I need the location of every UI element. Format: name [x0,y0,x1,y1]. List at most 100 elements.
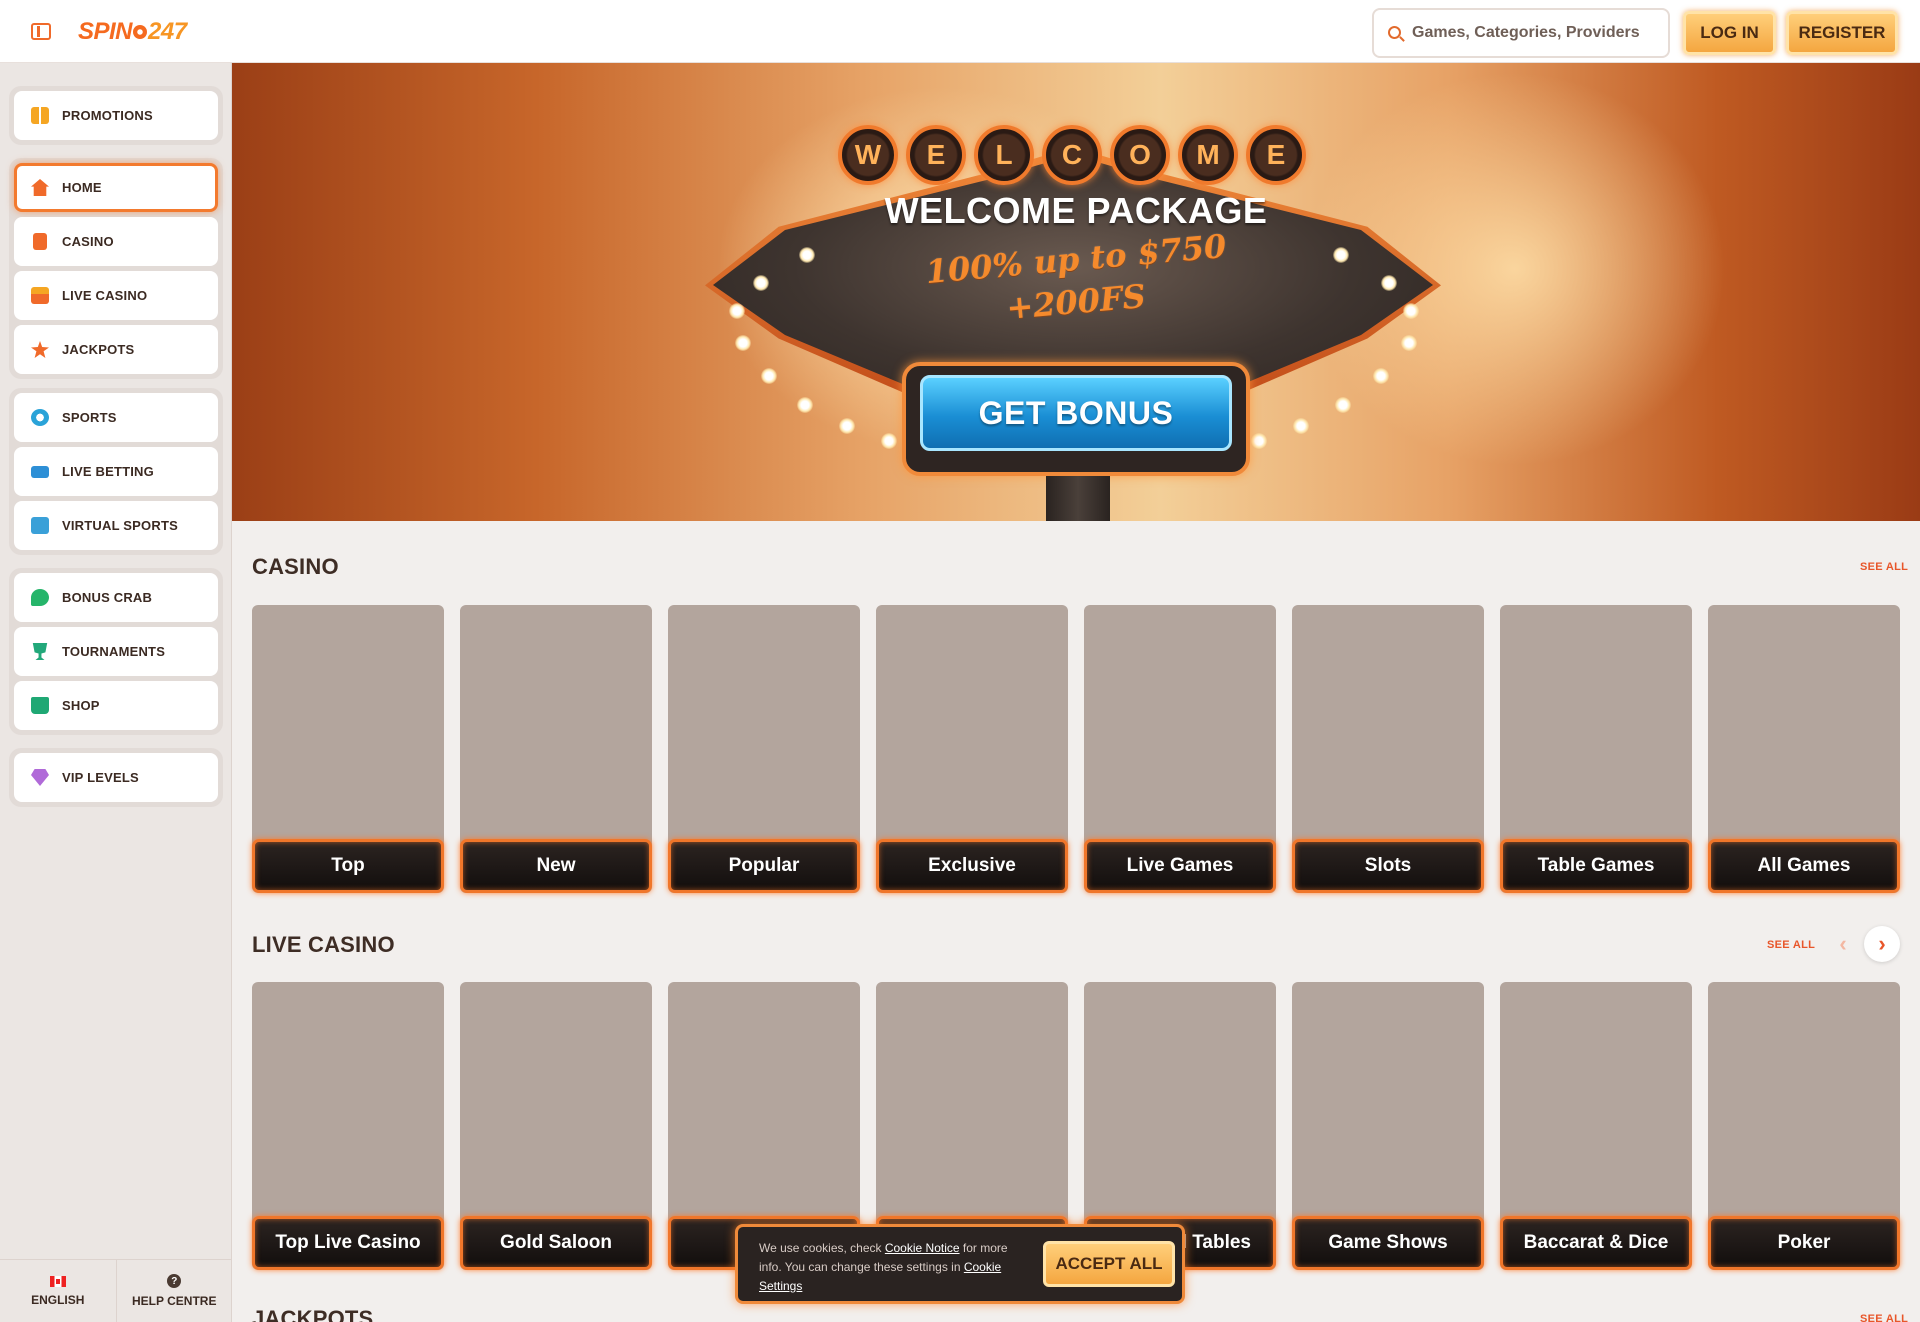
sidebar-group-casino: HOME CASINO LIVE CASINO JACKPOTS [9,158,223,379]
sidebar-group-promotions: PROMOTIONS [9,86,223,145]
category-card-popular[interactable]: Popular [668,605,860,893]
category-card-top-live-casino[interactable]: Top Live Casino [252,982,444,1270]
category-card-exclusive[interactable]: Exclusive [876,605,1068,893]
category-card-poker[interactable]: Poker [1708,982,1900,1270]
sidebar-item-label: HOME [62,180,102,195]
sidebar-item-label: SPORTS [62,410,117,425]
category-card-label: Popular [668,839,860,893]
category-card-top[interactable]: Top [252,605,444,893]
sidebar-item-bonus-crab[interactable]: BONUS CRAB [14,573,218,622]
welcome-letters: W E L C O M E [838,125,1306,185]
light-bulb-icon [1403,303,1419,319]
live-casino-see-all-link[interactable]: SEE ALL [1767,939,1815,951]
sidebar-item-shop[interactable]: SHOP [14,681,218,730]
category-card-label: Top [252,839,444,893]
category-card-label: Live Games [1084,839,1276,893]
cookie-notice-link[interactable]: Cookie Notice [885,1241,960,1255]
sidebar-toggle-icon[interactable] [31,23,51,40]
sidebar-item-home[interactable]: HOME [14,163,218,212]
accept-all-button[interactable]: ACCEPT ALL [1043,1241,1175,1287]
language-selector[interactable]: ENGLISH [0,1260,117,1322]
light-bulb-icon [1335,397,1351,413]
light-bulb-icon [1293,418,1309,434]
category-card-baccarat-dice[interactable]: Baccarat & Dice [1500,982,1692,1270]
sidebar-item-label: SHOP [62,698,100,713]
carousel-next-icon[interactable]: › [1864,926,1900,962]
login-button[interactable]: LOG IN [1683,11,1776,55]
category-card-label: Game Shows [1292,1216,1484,1270]
light-bulb-icon [797,397,813,413]
get-bonus-button[interactable]: GET BONUS [920,375,1232,451]
diamond-icon [31,769,49,786]
sidebar-item-label: LIVE BETTING [62,464,154,479]
sidebar-item-live-casino[interactable]: LIVE CASINO [14,271,218,320]
top-header: SPIN 247 LOG IN REGISTER [0,0,1920,63]
category-card-label: Exclusive [876,839,1068,893]
casino-see-all-link[interactable]: SEE ALL [1860,561,1908,573]
live-betting-icon [31,466,49,478]
sidebar-footer: ENGLISH ? HELP CENTRE [0,1259,232,1322]
help-centre-link[interactable]: ? HELP CENTRE [117,1260,233,1322]
sidebar-item-vip-levels[interactable]: VIP LEVELS [14,753,218,802]
sidebar-item-virtual-sports[interactable]: VIRTUAL SPORTS [14,501,218,550]
virtual-sports-icon [31,517,49,534]
welcome-letter: O [1110,125,1170,185]
logo[interactable]: SPIN 247 [78,16,187,48]
register-button[interactable]: REGISTER [1786,11,1898,55]
jackpots-section-title: JACKPOTS [252,1306,374,1322]
sidebar-item-promotions[interactable]: PROMOTIONS [14,91,218,140]
light-bulb-icon [799,247,815,263]
shop-icon [31,697,49,714]
welcome-letter: E [1246,125,1306,185]
light-bulb-icon [761,368,777,384]
category-card-label: Top Live Casino [252,1216,444,1270]
home-icon [31,179,49,196]
casino-icon [33,233,47,250]
category-card-live-games[interactable]: Live Games [1084,605,1276,893]
light-bulb-icon [1401,335,1417,351]
category-card-label: Table Games [1500,839,1692,893]
category-card-label: New [460,839,652,893]
search-input[interactable] [1412,24,1652,42]
sidebar-item-label: JACKPOTS [62,342,135,357]
welcome-letter: W [838,125,898,185]
category-card-all-games[interactable]: All Games [1708,605,1900,893]
casino-section-title: CASINO [252,554,339,579]
language-label: ENGLISH [31,1292,85,1307]
sidebar-group-extras: BONUS CRAB TOURNAMENTS SHOP [9,568,223,735]
jackpots-see-all-link[interactable]: SEE ALL [1860,1313,1908,1322]
category-card-label: All Games [1708,839,1900,893]
category-card-new[interactable]: New [460,605,652,893]
help-icon: ? [167,1274,182,1288]
category-card-slots[interactable]: Slots [1292,605,1484,893]
cookie-text-part: We use cookies, check [759,1241,885,1255]
welcome-letter: M [1178,125,1238,185]
search-box[interactable] [1372,8,1670,58]
category-card-game-shows[interactable]: Game Shows [1292,982,1484,1270]
sidebar-item-sports[interactable]: SPORTS [14,393,218,442]
welcome-letter: E [906,125,966,185]
sports-icon [31,409,49,426]
category-card-table-games[interactable]: Table Games [1500,605,1692,893]
cookie-consent-bar: We use cookies, check Cookie Notice for … [735,1224,1185,1304]
trophy-icon [32,643,48,660]
light-bulb-icon [1373,368,1389,384]
sidebar-item-tournaments[interactable]: TOURNAMENTS [14,627,218,676]
sidebar-group-sports: SPORTS LIVE BETTING VIRTUAL SPORTS [9,388,223,555]
sidebar-item-live-betting[interactable]: LIVE BETTING [14,447,218,496]
category-card-gold-saloon[interactable]: Gold Saloon [460,982,652,1270]
sidebar-item-jackpots[interactable]: JACKPOTS [14,325,218,374]
category-card-label: Gold Saloon [460,1216,652,1270]
sidebar-item-label: BONUS CRAB [62,590,153,605]
cookie-consent-text: We use cookies, check Cookie Notice for … [759,1239,1029,1296]
category-card-label: Poker [1708,1216,1900,1270]
sidebar-item-label: PROMOTIONS [62,108,153,123]
welcome-banner[interactable]: W E L C O M E WELCOME PACKAGE 100% up to… [232,63,1920,521]
bonus-crab-icon [31,589,49,606]
help-label: HELP CENTRE [132,1294,217,1308]
sidebar-item-casino[interactable]: CASINO [14,217,218,266]
welcome-letter: C [1042,125,1102,185]
canada-flag-icon [49,1275,66,1287]
carousel-prev-icon[interactable]: ‹ [1825,926,1861,962]
search-icon [1388,26,1401,39]
